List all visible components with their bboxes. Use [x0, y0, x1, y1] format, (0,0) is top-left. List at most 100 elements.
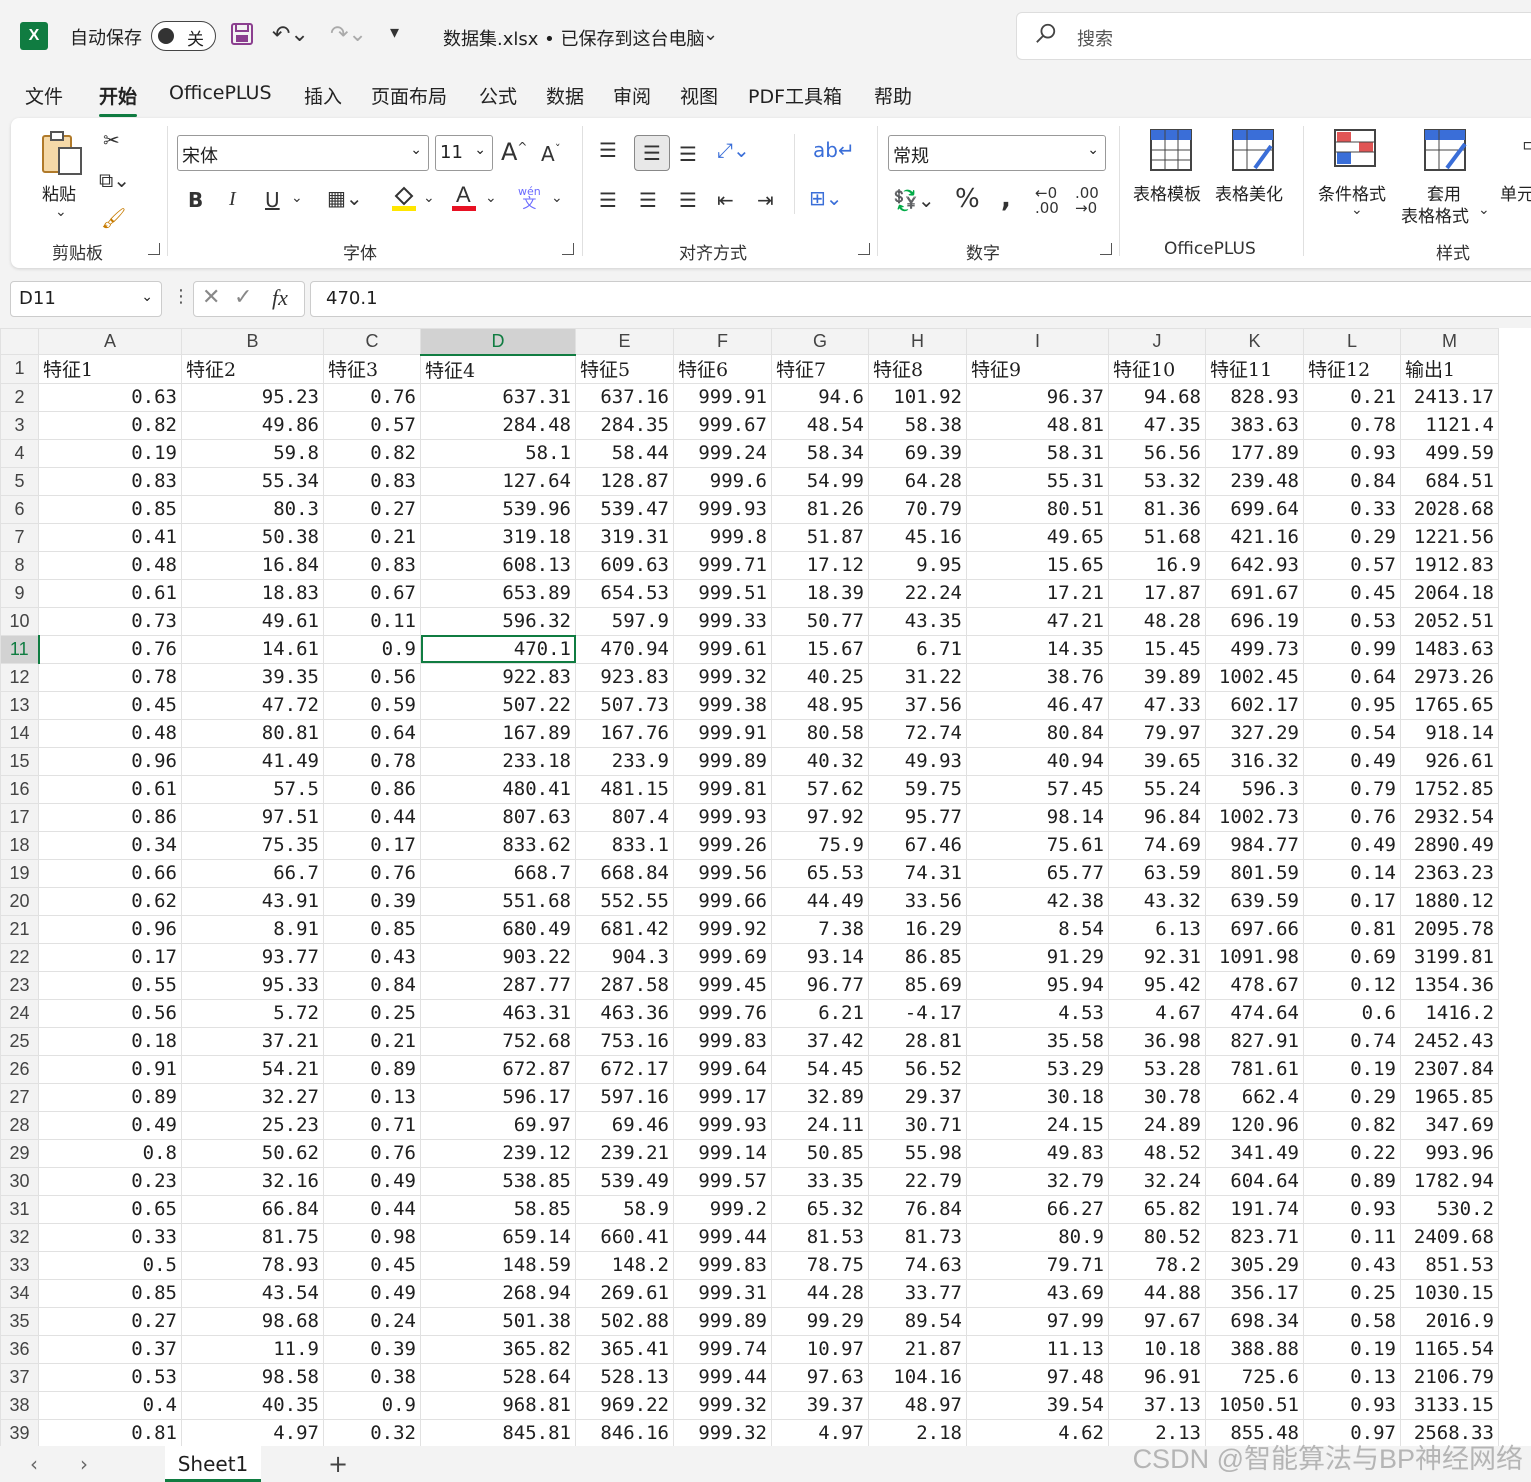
cell[interactable]: 96.84 — [1108, 802, 1206, 832]
cell[interactable]: 284.35 — [575, 410, 674, 440]
cell[interactable]: 0.23 — [38, 1166, 182, 1196]
cell[interactable]: 287.77 — [420, 970, 576, 1000]
cell[interactable]: 43.91 — [181, 886, 324, 916]
decrease-font-icon[interactable]: Aˇ — [541, 142, 561, 166]
cell[interactable]: 0.6 — [1303, 998, 1401, 1028]
cell[interactable]: 0.39 — [323, 886, 421, 916]
cell[interactable]: 239.12 — [420, 1138, 576, 1168]
cell[interactable]: 2016.9 — [1400, 1306, 1499, 1336]
cell[interactable]: 11.13 — [966, 1334, 1109, 1364]
cell[interactable]: 80.81 — [181, 718, 324, 748]
cell[interactable]: 684.51 — [1400, 466, 1499, 496]
row-header[interactable]: 27 — [0, 1082, 39, 1112]
cell[interactable]: 0.61 — [38, 774, 182, 804]
cell[interactable]: 0.57 — [1303, 550, 1401, 580]
cell[interactable]: 30.18 — [966, 1082, 1109, 1112]
cell[interactable]: 79.97 — [1108, 718, 1206, 748]
cell[interactable]: 49.61 — [181, 606, 324, 636]
cell[interactable]: 22.79 — [868, 1166, 967, 1196]
cell[interactable]: 50.62 — [181, 1138, 324, 1168]
cell[interactable]: 2064.18 — [1400, 578, 1499, 608]
cell[interactable]: 0.89 — [1303, 1166, 1401, 1196]
cell[interactable]: 28.81 — [868, 1026, 967, 1056]
cell[interactable]: 43.54 — [181, 1278, 324, 1308]
cell[interactable]: 0.37 — [38, 1334, 182, 1364]
cell[interactable]: 696.19 — [1205, 606, 1304, 636]
row-header[interactable]: 2 — [0, 382, 39, 412]
cell[interactable]: 499.73 — [1205, 634, 1304, 664]
cell[interactable]: 98.68 — [181, 1306, 324, 1336]
cell[interactable]: 538.85 — [420, 1166, 576, 1196]
cell[interactable]: 2973.26 — [1400, 662, 1499, 692]
cell-table[interactable]: ABCDEFGHIJKLM 1 特征1 特征2 特征3 特征4 特征5 特征6 特征7 特征8 特… — [0, 328, 1499, 1446]
cell[interactable]: 0.48 — [38, 550, 182, 580]
cell[interactable]: 37.56 — [868, 690, 967, 720]
cell[interactable]: 36.98 — [1108, 1026, 1206, 1056]
cell[interactable]: 8.54 — [966, 914, 1109, 944]
cell[interactable]: 40.32 — [771, 746, 869, 776]
cell[interactable]: 0.5 — [38, 1250, 182, 1280]
select-all-corner[interactable] — [0, 328, 39, 355]
cell[interactable]: 801.59 — [1205, 858, 1304, 888]
cell[interactable]: 48.28 — [1108, 606, 1206, 636]
cell[interactable]: 79.71 — [966, 1250, 1109, 1280]
cell[interactable]: 828.93 — [1205, 382, 1304, 412]
cell[interactable]: 233.18 — [420, 746, 576, 776]
cell[interactable]: 0.83 — [38, 466, 182, 496]
cell[interactable]: 604.64 — [1205, 1166, 1304, 1196]
cell[interactable]: 47.33 — [1108, 690, 1206, 720]
cell[interactable]: 752.68 — [420, 1026, 576, 1056]
cell[interactable]: 528.13 — [575, 1362, 674, 1392]
cell[interactable]: 特征10 — [1108, 354, 1206, 384]
cell[interactable]: 0.83 — [323, 466, 421, 496]
cell[interactable]: 470.94 — [575, 634, 674, 664]
increase-indent-icon[interactable]: ⇥ — [757, 188, 774, 212]
cell[interactable]: 59.8 — [181, 438, 324, 468]
cell[interactable]: 80.84 — [966, 718, 1109, 748]
cell[interactable]: 17.12 — [771, 550, 869, 580]
cell[interactable]: 539.96 — [420, 494, 576, 524]
cell[interactable]: 0.8 — [38, 1138, 182, 1168]
cell[interactable]: 0.81 — [1303, 914, 1401, 944]
cell[interactable]: 48.95 — [771, 690, 869, 720]
cell[interactable]: 39.89 — [1108, 662, 1206, 692]
cell[interactable]: 4.97 — [771, 1418, 869, 1446]
cell[interactable]: 833.1 — [575, 830, 674, 860]
cell[interactable]: 32.79 — [966, 1166, 1109, 1196]
cell[interactable]: 1483.63 — [1400, 634, 1499, 664]
cell[interactable]: 17.87 — [1108, 578, 1206, 608]
cell[interactable]: 999.31 — [673, 1278, 772, 1308]
cell[interactable]: 0.56 — [38, 998, 182, 1028]
cell[interactable]: 596.32 — [420, 606, 576, 636]
cell[interactable]: 319.18 — [420, 522, 576, 552]
table-template-icon[interactable] — [1149, 128, 1193, 177]
cell[interactable]: 55.24 — [1108, 774, 1206, 804]
cell[interactable]: 1165.54 — [1400, 1334, 1499, 1364]
cell[interactable]: 269.61 — [575, 1278, 674, 1308]
cell[interactable]: 0.53 — [1303, 606, 1401, 636]
cell[interactable]: 969.22 — [575, 1390, 674, 1420]
row-header[interactable]: 16 — [0, 774, 39, 804]
cell[interactable]: 2307.84 — [1400, 1054, 1499, 1084]
cell[interactable]: 0.73 — [38, 606, 182, 636]
cell[interactable]: 999.93 — [673, 1110, 772, 1140]
row-header[interactable]: 26 — [0, 1054, 39, 1084]
cell[interactable]: 662.4 — [1205, 1082, 1304, 1112]
cell[interactable]: 0.86 — [38, 802, 182, 832]
paste-label[interactable]: 粘贴 — [42, 180, 76, 205]
cell[interactable]: 15.65 — [966, 550, 1109, 580]
column-header-b[interactable]: B — [181, 328, 324, 355]
cell[interactable]: 98.58 — [181, 1362, 324, 1392]
cell[interactable]: 95.33 — [181, 970, 324, 1000]
cell[interactable]: 851.53 — [1400, 1250, 1499, 1280]
cell[interactable]: 0.17 — [323, 830, 421, 860]
cell[interactable]: 993.96 — [1400, 1138, 1499, 1168]
cell[interactable]: 0.25 — [1303, 1278, 1401, 1308]
cell[interactable]: 551.68 — [420, 886, 576, 916]
decrease-indent-icon[interactable]: ⇤ — [717, 188, 734, 212]
cell[interactable]: 0.21 — [1303, 382, 1401, 412]
cell[interactable]: 1050.51 — [1205, 1390, 1304, 1420]
cell[interactable]: 0.85 — [38, 1278, 182, 1308]
cell[interactable]: 0.91 — [38, 1054, 182, 1084]
cell[interactable]: 51.68 — [1108, 522, 1206, 552]
